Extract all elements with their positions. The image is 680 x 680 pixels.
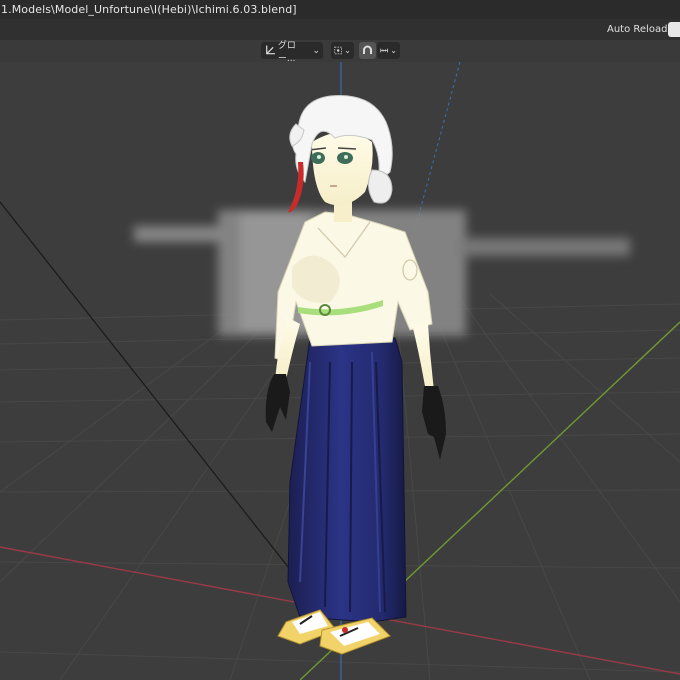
orientation-axes-icon xyxy=(266,45,275,55)
chevron-down-icon: ⌄ xyxy=(312,45,320,56)
red-hair-streak xyxy=(288,162,304,213)
snap-target-dropdown[interactable]: ⌄ xyxy=(377,42,400,59)
hakama-skirt xyxy=(287,337,407,623)
face xyxy=(312,132,373,206)
transform-orientation-label: グロー... xyxy=(277,40,296,64)
auto-reload-button[interactable]: Auto Reload xyxy=(607,19,667,40)
left-glove xyxy=(265,374,290,432)
chevron-down-icon: ⌄ xyxy=(344,46,351,55)
pivot-point-icon xyxy=(334,46,342,55)
chevron-down-icon: ⌄ xyxy=(390,46,397,55)
window-title-bar: 1.Models\Model_Unfortune\I(Hebi)\Ichimi.… xyxy=(0,0,680,19)
window-title: 1.Models\Model_Unfortune\I(Hebi)\Ichimi.… xyxy=(1,3,297,16)
snap-toggle-button[interactable] xyxy=(359,42,376,59)
pivot-point-dropdown[interactable]: ⌄ xyxy=(331,42,354,59)
transform-orientation-dropdown[interactable]: グロー... ⌄ xyxy=(261,41,323,64)
character-model[interactable] xyxy=(265,95,446,655)
viewport-header: グロー... ⌄ ⌄ ⌄ xyxy=(0,40,680,64)
snap-increment-icon xyxy=(380,48,388,53)
right-glove xyxy=(422,386,446,460)
drop-icon[interactable] xyxy=(668,22,680,37)
hair-bun xyxy=(368,169,393,204)
top-bar: Auto Reload xyxy=(0,19,680,41)
snap-magnet-icon xyxy=(363,45,372,54)
viewport-canvas[interactable] xyxy=(0,62,680,680)
3d-viewport[interactable] xyxy=(0,62,680,680)
